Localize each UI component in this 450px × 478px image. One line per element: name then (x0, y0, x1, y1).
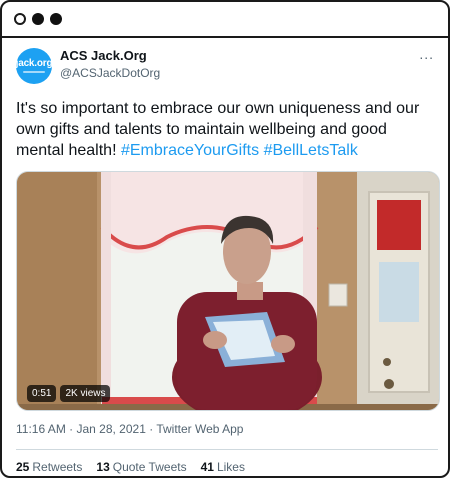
tweet-header: jack.org ACS Jack.Org @ACSJackDotOrg ... (16, 38, 434, 94)
user-handle[interactable]: @ACSJackDotOrg (60, 65, 160, 81)
likes-stat[interactable]: 41 Likes (201, 460, 245, 474)
quote-tweets-stat[interactable]: 13 Quote Tweets (96, 460, 186, 474)
browser-window: jack.org ACS Jack.Org @ACSJackDotOrg ...… (0, 0, 450, 478)
hashtag-link[interactable]: #EmbraceYourGifts (121, 142, 259, 159)
window-dot-filled-icon (32, 13, 44, 25)
video-views: 2K views (60, 385, 111, 402)
hashtag-link[interactable]: #BellLetsTalk (264, 142, 358, 159)
tweet-text: It's so important to embrace our own uni… (16, 98, 434, 161)
quote-tweets-label: Quote Tweets (112, 460, 187, 474)
avatar-logo-underline (23, 71, 45, 73)
author-names: ACS Jack.Org @ACSJackDotOrg (60, 48, 160, 81)
retweets-label: Retweets (32, 460, 83, 474)
window-dot-filled-icon (50, 13, 62, 25)
quote-tweets-count: 13 (96, 460, 110, 474)
more-options-icon[interactable]: ... (419, 46, 434, 62)
likes-count: 41 (200, 460, 214, 474)
likes-label: Likes (216, 460, 245, 474)
retweets-stat[interactable]: 25 Retweets (16, 460, 82, 474)
tweet-stats: 25 Retweets 13 Quote Tweets 41 Likes (16, 460, 434, 474)
window-titlebar (2, 2, 448, 38)
tweet-timestamp[interactable]: 11:16 AM · Jan 28, 2021 · Twitter Web Ap… (16, 421, 434, 437)
retweets-count: 25 (16, 460, 30, 474)
avatar[interactable]: jack.org (15, 48, 53, 84)
video-overlay: 0:51 2K views (27, 385, 111, 402)
divider (16, 449, 438, 450)
window-dot-empty-icon (14, 13, 26, 25)
avatar-logo-text: jack.org (15, 58, 53, 69)
display-name[interactable]: ACS Jack.Org (60, 48, 160, 64)
video-duration: 0:51 (27, 385, 57, 402)
tweet: jack.org ACS Jack.Org @ACSJackDotOrg ...… (2, 38, 448, 474)
video-frame (17, 172, 439, 410)
video-player[interactable]: 0:51 2K views (16, 171, 440, 411)
